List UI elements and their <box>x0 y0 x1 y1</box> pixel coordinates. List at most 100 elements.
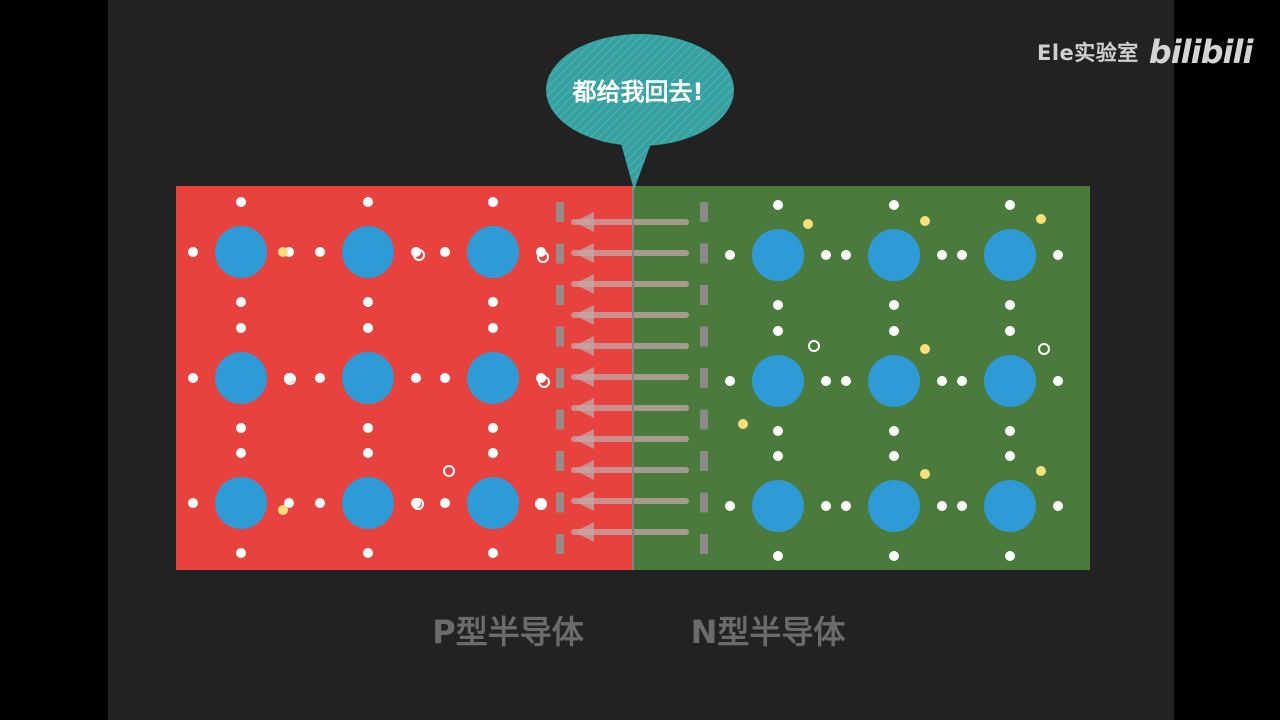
video-frame: 都给我回去! P型半导体 N型半导体 <box>108 0 1174 720</box>
atom <box>752 229 804 281</box>
bond-electron <box>315 247 325 257</box>
bond-electron <box>957 376 967 386</box>
free-electron <box>920 344 930 354</box>
pn-junction-illustration: 都给我回去! P型半导体 N型半导体 <box>176 34 1090 651</box>
n-type-label: N型半导体 <box>691 613 846 651</box>
free-electron <box>278 505 288 515</box>
bond-electron <box>488 297 498 307</box>
barrier-bar <box>700 202 708 222</box>
bond-electron <box>773 451 783 461</box>
atom <box>868 355 920 407</box>
bond-electron <box>1053 501 1063 511</box>
barrier-bar <box>556 451 564 471</box>
n-lattice <box>725 200 1063 561</box>
barrier-bar <box>556 368 564 388</box>
p-type-label: P型半导体 <box>432 613 583 651</box>
bond-electron <box>1053 376 1063 386</box>
bond-electron <box>1005 300 1015 310</box>
bond-electron <box>188 498 198 508</box>
atom <box>342 352 394 404</box>
barrier-bar <box>700 492 708 513</box>
bond-electron <box>889 326 899 336</box>
atom <box>467 352 519 404</box>
free-electron <box>738 419 748 429</box>
bond-electron <box>363 423 373 433</box>
bond-electron <box>236 423 246 433</box>
bond-electron <box>937 501 947 511</box>
bond-electron <box>315 373 325 383</box>
bond-electron <box>773 426 783 436</box>
atom <box>467 226 519 278</box>
atom <box>752 480 804 532</box>
barrier-bar <box>700 409 708 430</box>
bond-electron <box>889 300 899 310</box>
bond-electron <box>957 250 967 260</box>
bond-electron <box>315 498 325 508</box>
free-electron <box>920 469 930 479</box>
atom <box>984 229 1036 281</box>
bond-electron <box>957 501 967 511</box>
channel-name: Ele实验室 <box>1037 41 1139 65</box>
bond-electron <box>363 323 373 333</box>
speech-bubble-icon <box>546 34 734 190</box>
bond-electron <box>889 200 899 210</box>
atom <box>342 477 394 529</box>
atom <box>984 480 1036 532</box>
bond-electron <box>725 501 735 511</box>
bond-electron <box>889 451 899 461</box>
atom <box>215 226 267 278</box>
bond-electron <box>773 200 783 210</box>
bond-electron <box>411 373 421 383</box>
free-electron <box>920 216 930 226</box>
bond-electron <box>236 448 246 458</box>
speech-bubble-text: 都给我回去! <box>572 78 704 106</box>
bond-electron <box>821 250 831 260</box>
bond-electron <box>889 426 899 436</box>
bond-electron <box>937 250 947 260</box>
bond-electron <box>236 297 246 307</box>
atom <box>752 355 804 407</box>
barrier-bar <box>556 243 564 264</box>
free-electron <box>1036 214 1046 224</box>
atom <box>868 229 920 281</box>
bond-electron <box>889 551 899 561</box>
barrier-bar <box>700 243 708 264</box>
barrier-bar <box>556 409 564 430</box>
barrier-bar <box>556 326 564 347</box>
free-electron <box>803 219 813 229</box>
bond-electron <box>488 448 498 458</box>
barrier-bar <box>700 534 708 554</box>
barrier-bar <box>700 451 708 471</box>
barrier-bar <box>556 534 564 554</box>
bond-electron <box>236 323 246 333</box>
barrier-bar <box>556 285 564 305</box>
bond-electron <box>188 247 198 257</box>
barrier-bar <box>700 368 708 388</box>
bond-electron <box>188 373 198 383</box>
bond-electron <box>1005 451 1015 461</box>
bond-electron <box>1005 326 1015 336</box>
bond-electron <box>488 197 498 207</box>
barrier-bar <box>700 326 708 347</box>
bond-electron <box>440 373 450 383</box>
bond-electron <box>363 197 373 207</box>
bond-electron <box>725 376 735 386</box>
barrier-bar <box>556 202 564 222</box>
atom <box>215 477 267 529</box>
bond-electron <box>488 423 498 433</box>
barrier-bar <box>700 285 708 305</box>
bond-electron <box>841 501 851 511</box>
free-electron <box>1036 466 1046 476</box>
free-electron <box>278 247 288 257</box>
bond-electron <box>488 548 498 558</box>
atom <box>215 352 267 404</box>
bond-electron <box>725 250 735 260</box>
bond-electron <box>1005 200 1015 210</box>
bond-electron <box>773 326 783 336</box>
bond-electron <box>1005 551 1015 561</box>
bond-electron <box>773 300 783 310</box>
watermark: Ele实验室 bilibili <box>1037 33 1254 71</box>
bilibili-logo: bilibili <box>1148 33 1254 71</box>
bond-electron <box>1005 426 1015 436</box>
bond-electron <box>937 376 947 386</box>
